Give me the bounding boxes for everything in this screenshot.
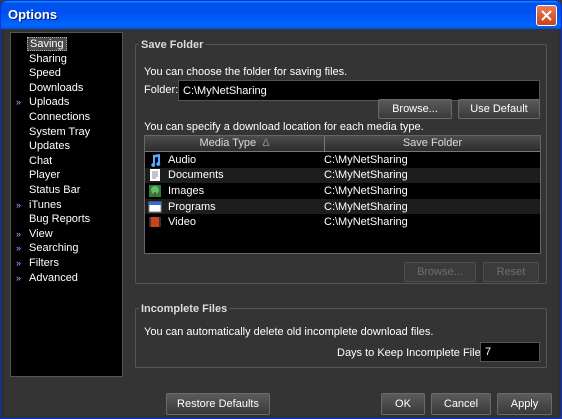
table-row[interactable]: Images C:\MyNetSharing — [145, 183, 540, 199]
sidebar-item-speed[interactable]: Speed — [11, 66, 122, 81]
media-location-description: You can specify a download location for … — [144, 121, 424, 133]
save-folder-title: Save Folder — [139, 39, 206, 51]
sidebar-item-label: Updates — [29, 140, 70, 153]
close-button[interactable] — [536, 5, 557, 26]
table-body: Audio C:\MyNetSharing Documents C:\MyNetSha… — [145, 152, 540, 230]
media-type-cell: Programs — [145, 200, 324, 214]
sidebar-item-label: View — [29, 227, 53, 240]
save-folder-description: You can choose the folder for saving fil… — [144, 66, 348, 78]
video-icon — [148, 215, 162, 229]
table-header: Media Type Δ Save Folder — [145, 136, 540, 152]
media-type-cell: Images — [145, 184, 324, 198]
title-bar[interactable]: Options — [1, 1, 561, 29]
sidebar-item-label: Chat — [29, 154, 53, 167]
sidebar-item-label: Filters — [29, 256, 59, 269]
restore-defaults-button[interactable]: Restore Defaults — [166, 393, 270, 415]
sort-ascending-icon: Δ — [262, 137, 270, 149]
audio-icon — [148, 153, 162, 167]
table-browse-button[interactable]: Browse... — [404, 262, 476, 282]
apply-button[interactable]: Apply — [497, 393, 552, 415]
sidebar-item-sharing[interactable]: Sharing — [11, 52, 122, 67]
incomplete-files-description: You can automatically delete old incompl… — [144, 326, 434, 338]
table-row[interactable]: Audio C:\MyNetSharing — [145, 152, 540, 168]
expand-arrow-icon[interactable]: » — [16, 95, 21, 110]
sidebar-item-label: Status Bar — [29, 183, 81, 196]
media-type-label: Documents — [168, 169, 224, 182]
table-row[interactable]: Video C:\MyNetSharing — [145, 214, 540, 230]
days-to-keep-field[interactable]: 7 — [480, 342, 540, 362]
expand-arrow-icon[interactable]: » — [16, 227, 21, 242]
browse-button[interactable]: Browse... — [378, 99, 452, 119]
table-reset-button[interactable]: Reset — [483, 262, 539, 282]
sidebar-item-label: Bug Reports — [29, 213, 91, 226]
sidebar-item-label: Searching — [29, 242, 79, 255]
sidebar-item-label: System Tray — [29, 125, 91, 138]
sidebar-item-label: Player — [29, 169, 61, 182]
sidebar-item-label: iTunes — [29, 198, 62, 211]
sidebar-item-uploads[interactable]: » Uploads — [11, 95, 122, 110]
media-type-label: Programs — [168, 200, 216, 213]
sidebar-item-player[interactable]: Player — [11, 168, 122, 183]
sidebar-item-label: Downloads — [29, 81, 84, 94]
column-media-type-label: Media Type — [199, 137, 257, 149]
save-folder-cell: C:\MyNetSharing — [324, 153, 408, 166]
save-folder-group: Save Folder You can choose the folder fo… — [135, 39, 547, 284]
save-folder-cell: C:\MyNetSharing — [324, 169, 408, 182]
sidebar-item-bug-reports[interactable]: Bug Reports — [11, 212, 122, 227]
sidebar-item-label: Speed — [29, 67, 61, 80]
media-type-table: Media Type Δ Save Folder Audio C:\MyNetSh… — [144, 135, 541, 254]
expand-arrow-icon[interactable]: » — [16, 256, 21, 271]
sidebar-item-view[interactable]: » View — [11, 227, 122, 242]
sidebar-item-label: Advanced — [29, 271, 78, 284]
days-to-keep-label: Days to Keep Incomplete Files: — [337, 347, 490, 359]
document-icon — [148, 168, 162, 182]
media-type-cell: Documents — [145, 168, 324, 182]
sidebar-item-updates[interactable]: Updates — [11, 139, 122, 154]
media-type-label: Images — [168, 184, 205, 197]
sidebar-item-filters[interactable]: » Filters — [11, 256, 122, 271]
column-header-media-type[interactable]: Media Type Δ — [145, 136, 325, 152]
sidebar-item-chat[interactable]: Chat — [11, 154, 122, 169]
expand-arrow-icon[interactable]: » — [16, 241, 21, 256]
sidebar-item-label: Saving — [27, 37, 67, 51]
sidebar-item-searching[interactable]: » Searching — [11, 241, 122, 256]
close-icon — [541, 10, 552, 21]
use-default-button[interactable]: Use Default — [458, 99, 540, 119]
save-folder-cell: C:\MyNetSharing — [324, 200, 408, 213]
sidebar-item-system-tray[interactable]: System Tray — [11, 125, 122, 140]
sidebar-item-saving[interactable]: Saving — [11, 37, 122, 52]
sidebar-item-advanced[interactable]: » Advanced — [11, 271, 122, 286]
sidebar-item-downloads[interactable]: Downloads — [11, 81, 122, 96]
save-folder-cell: C:\MyNetSharing — [324, 184, 408, 197]
window-title: Options — [8, 7, 58, 22]
folder-label: Folder: — [144, 84, 179, 96]
image-icon — [148, 184, 162, 198]
options-window: Options Saving Sharing Speed Downloads » Uplo… — [0, 0, 562, 419]
ok-button[interactable]: OK — [381, 393, 425, 415]
program-icon — [148, 200, 162, 214]
options-navigation: Saving Sharing Speed Downloads » Uploads Conne… — [10, 32, 123, 377]
cancel-button[interactable]: Cancel — [431, 393, 491, 415]
sidebar-item-label: Connections — [29, 110, 91, 123]
column-header-save-folder[interactable]: Save Folder — [325, 136, 540, 152]
media-type-label: Video — [168, 216, 196, 229]
media-type-cell: Audio — [145, 153, 324, 167]
save-folder-cell: C:\MyNetSharing — [324, 216, 408, 229]
folder-field[interactable]: C:\MyNetSharing — [178, 80, 540, 101]
incomplete-files-group: Incomplete Files You can automatically d… — [135, 303, 547, 368]
sidebar-item-label: Uploads — [29, 96, 70, 109]
sidebar-item-connections[interactable]: Connections — [11, 110, 122, 125]
expand-arrow-icon[interactable]: » — [16, 271, 21, 286]
expand-arrow-icon[interactable]: » — [16, 198, 21, 213]
media-type-label: Audio — [168, 153, 197, 166]
sidebar-item-label: Sharing — [29, 52, 67, 65]
table-row[interactable]: Programs C:\MyNetSharing — [145, 198, 540, 215]
table-row[interactable]: Documents C:\MyNetSharing — [145, 167, 540, 184]
media-type-cell: Video — [145, 215, 324, 229]
sidebar-item-itunes[interactable]: » iTunes — [11, 198, 122, 213]
sidebar-item-status-bar[interactable]: Status Bar — [11, 183, 122, 198]
incomplete-files-title: Incomplete Files — [139, 303, 230, 315]
window-client: Saving Sharing Speed Downloads » Uploads Conne… — [4, 29, 558, 417]
